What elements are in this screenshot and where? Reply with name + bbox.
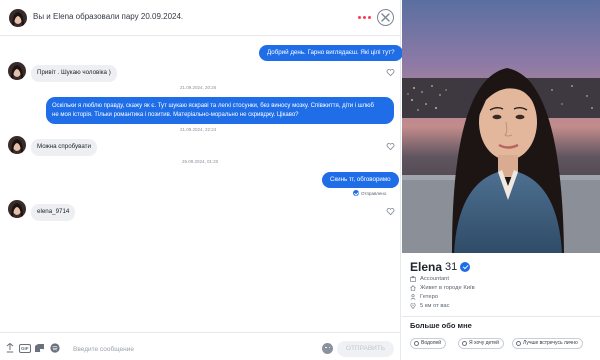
more-options-icon[interactable]: [358, 13, 372, 21]
profile-age: 31: [445, 261, 458, 273]
sticker-icon[interactable]: [34, 343, 45, 353]
send-button[interactable]: ОТПРАВИТЬ: [337, 341, 394, 357]
chip-label: Лучше встречусь лично: [523, 340, 578, 346]
profile-job: Accountant: [420, 276, 450, 282]
interest-chip[interactable]: Водолей: [410, 338, 447, 349]
message-outgoing: Скинь тг, обговоримо: [322, 172, 399, 188]
profile-name-text: Elena: [410, 260, 443, 274]
interest-chip[interactable]: Лучше встречусь лично: [512, 338, 583, 349]
message-line: Оскільки я люблю правду, скажу як є. Тут…: [52, 103, 374, 109]
message-status-label: Отправлено: [361, 190, 387, 196]
chip-label: Я хочу детей: [469, 340, 499, 346]
home-icon: [410, 285, 416, 291]
profile-distance-row: 5 км от вас: [410, 303, 449, 309]
match-title: Вы и Elena образовали пару 20.09.2024.: [33, 12, 184, 21]
attach-icon[interactable]: [6, 343, 14, 353]
message-outgoing: Добрий день. Гарно виглядаєш. Які цілі т…: [259, 45, 403, 61]
chat-panel: Вы и Elena образовали пару 20.09.2024. Д…: [0, 0, 403, 360]
message-line: не моя історія. Тільки романтика і позит…: [52, 111, 299, 118]
message-incoming: Привіт . Шукаю чоловіка ): [31, 65, 117, 82]
message-status: Отправлено: [353, 190, 386, 196]
location-pin-icon: [410, 303, 416, 309]
message-timestamp: 21.09.2024, 22:24: [180, 127, 217, 132]
chat-header: Вы и Elena образовали пару 20.09.2024.: [0, 0, 401, 36]
profile-orientation: Гетеро: [420, 294, 439, 300]
gif-button[interactable]: GIF: [19, 344, 31, 353]
chip-label: Водолей: [421, 340, 442, 346]
like-heart-icon[interactable]: [386, 142, 395, 151]
message-list[interactable]: Добрий день. Гарно виглядаєш. Які цілі т…: [0, 37, 403, 327]
like-heart-icon[interactable]: [386, 207, 395, 216]
divider: [402, 316, 600, 317]
message-incoming: elena_9714: [31, 204, 76, 221]
avatar[interactable]: [8, 62, 26, 80]
interest-chip[interactable]: Я хочу детей: [458, 338, 504, 349]
profile-name: Elena 31: [410, 260, 471, 274]
avatar[interactable]: [8, 200, 26, 218]
about-section-title: Больше обо мне: [410, 321, 472, 330]
profile-city-row: Живет в городе Київ: [410, 285, 475, 291]
meeting-icon: [516, 341, 521, 346]
emoji-icon[interactable]: [322, 343, 333, 354]
verified-badge-icon: [460, 262, 471, 272]
sent-check-icon: [353, 190, 359, 196]
children-icon: [462, 341, 467, 346]
message-outgoing: Оскільки я люблю правду, скажу як є. Тут…: [46, 97, 394, 124]
like-heart-icon[interactable]: [386, 68, 395, 77]
briefcase-icon: [410, 276, 416, 282]
message-input[interactable]: [73, 343, 313, 355]
close-icon[interactable]: [377, 9, 394, 26]
profile-job-row: Accountant: [410, 276, 449, 282]
profile-orientation-row: Гетеро: [410, 294, 438, 300]
message-timestamp: 26.09.2024, 01:20: [182, 159, 219, 164]
message-incoming: Можна спробувати: [31, 139, 97, 156]
profile-panel: Elena 31 Accountant Живет в городе Київ …: [402, 0, 600, 360]
profile-distance: 5 км от вас: [420, 303, 450, 309]
zodiac-icon: [414, 341, 419, 346]
avatar[interactable]: [9, 9, 27, 27]
profile-city: Живет в городе Київ: [420, 285, 475, 291]
spotify-icon[interactable]: [50, 343, 60, 353]
message-composer: GIF ОТПРАВИТЬ: [0, 332, 401, 360]
person-icon: [410, 294, 416, 300]
avatar[interactable]: [8, 136, 26, 154]
message-timestamp: 21.09.2024, 20:26: [180, 85, 217, 90]
profile-photo[interactable]: [402, 0, 600, 253]
